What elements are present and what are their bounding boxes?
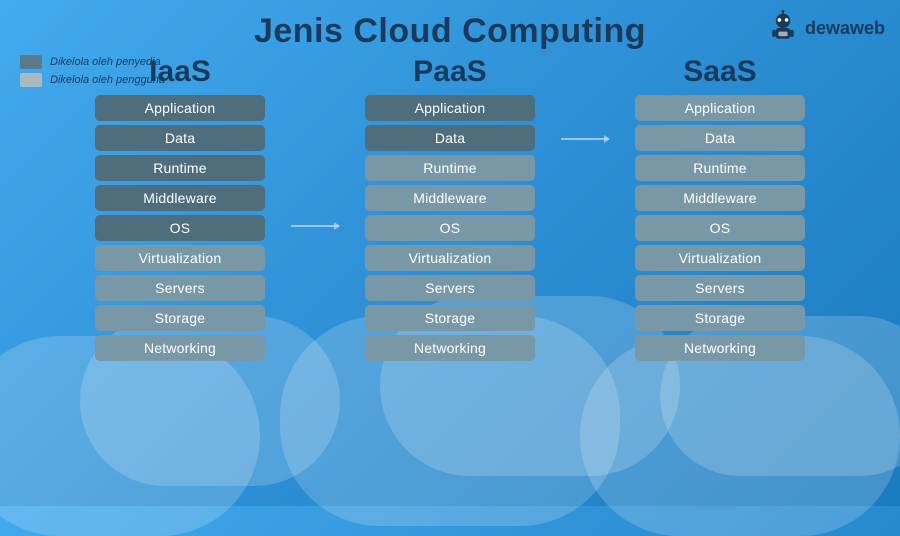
connector-row-7 bbox=[290, 300, 340, 325]
legend-item-user: Dikelola oleh pengguna bbox=[20, 73, 165, 87]
stack-item-iaas-0: Application bbox=[95, 95, 265, 121]
connector-row-5 bbox=[290, 242, 340, 267]
connector-row-4 bbox=[560, 213, 610, 238]
stack-paas: Application Data Runtime Middleware OS Virtua… bbox=[365, 95, 535, 361]
connector-iaas-paas bbox=[290, 55, 340, 354]
connector-paas-saas bbox=[560, 55, 610, 354]
stack-item-saas-8: Networking bbox=[635, 335, 805, 361]
connector-row-5 bbox=[560, 242, 610, 267]
connector-row-3 bbox=[560, 184, 610, 209]
column-title-saas: SaaS bbox=[683, 55, 756, 89]
connector-row-1 bbox=[290, 126, 340, 151]
column-saas: SaaS Application Data Runtime Middleware OS V… bbox=[610, 55, 830, 361]
stack-item-saas-3: Middleware bbox=[635, 185, 805, 211]
stack-item-paas-5: Virtualization bbox=[365, 245, 535, 271]
connector-row-8 bbox=[290, 329, 340, 354]
stack-item-saas-5: Virtualization bbox=[635, 245, 805, 271]
logo: dewaweb bbox=[765, 10, 885, 46]
connector-row-4 bbox=[290, 213, 340, 238]
legend-color-user bbox=[20, 73, 42, 87]
connector-row-6 bbox=[290, 271, 340, 296]
stack-item-paas-7: Storage bbox=[365, 305, 535, 331]
connector-row-8 bbox=[560, 329, 610, 354]
connector-row-1 bbox=[560, 126, 610, 151]
legend-color-provider bbox=[20, 55, 42, 69]
stack-item-iaas-1: Data bbox=[95, 125, 265, 151]
legend-label-user: Dikelola oleh pengguna bbox=[50, 74, 165, 86]
stack-item-paas-1: Data bbox=[365, 125, 535, 151]
stack-item-iaas-4: OS bbox=[95, 215, 265, 241]
connector-row-7 bbox=[560, 300, 610, 325]
stack-item-saas-7: Storage bbox=[635, 305, 805, 331]
connector-row-2 bbox=[290, 155, 340, 180]
connector-row-0 bbox=[290, 97, 340, 122]
stack-item-paas-0: Application bbox=[365, 95, 535, 121]
stack-item-iaas-8: Networking bbox=[95, 335, 265, 361]
stack-item-iaas-5: Virtualization bbox=[95, 245, 265, 271]
stack-item-saas-6: Servers bbox=[635, 275, 805, 301]
stack-saas: Application Data Runtime Middleware OS Virtua… bbox=[635, 95, 805, 361]
stack-item-paas-4: OS bbox=[365, 215, 535, 241]
logo-text: dewaweb bbox=[805, 18, 885, 39]
legend-item-provider: Dikelola oleh penyedia bbox=[20, 55, 165, 69]
stack-item-iaas-6: Servers bbox=[95, 275, 265, 301]
page-title: Jenis Cloud Computing bbox=[20, 12, 880, 51]
stack-item-saas-1: Data bbox=[635, 125, 805, 151]
stack-item-paas-8: Networking bbox=[365, 335, 535, 361]
column-iaas: IaaS ApplicationDataRuntimeMiddlewareOSV… bbox=[70, 55, 290, 361]
column-title-paas: PaaS bbox=[413, 55, 486, 89]
stack-item-saas-0: Application bbox=[635, 95, 805, 121]
stack-item-iaas-2: Runtime bbox=[95, 155, 265, 181]
connector-row-2 bbox=[560, 155, 610, 180]
stack-item-paas-2: Runtime bbox=[365, 155, 535, 181]
columns-container: IaaS ApplicationDataRuntimeMiddlewareOSV… bbox=[0, 55, 900, 361]
arrow-icon bbox=[291, 225, 339, 227]
legend: Dikelola oleh penyedia Dikelola oleh pen… bbox=[20, 55, 165, 87]
connector-row-6 bbox=[560, 271, 610, 296]
logo-icon bbox=[765, 10, 801, 46]
legend-label-provider: Dikelola oleh penyedia bbox=[50, 56, 161, 68]
connector-row-0 bbox=[560, 97, 610, 122]
stack-item-saas-2: Runtime bbox=[635, 155, 805, 181]
stack-iaas: Application Data Runtime Middleware OS Virtua… bbox=[95, 95, 265, 361]
arrow-icon bbox=[561, 138, 609, 140]
stack-item-saas-4: OS bbox=[635, 215, 805, 241]
stack-item-paas-3: Middleware bbox=[365, 185, 535, 211]
stack-item-paas-6: Servers bbox=[365, 275, 535, 301]
stack-item-iaas-3: Middleware bbox=[95, 185, 265, 211]
connector-row-3 bbox=[290, 184, 340, 209]
column-paas: PaaS Application Data Runtime Middleware OS V… bbox=[340, 55, 560, 361]
stack-item-iaas-7: Storage bbox=[95, 305, 265, 331]
